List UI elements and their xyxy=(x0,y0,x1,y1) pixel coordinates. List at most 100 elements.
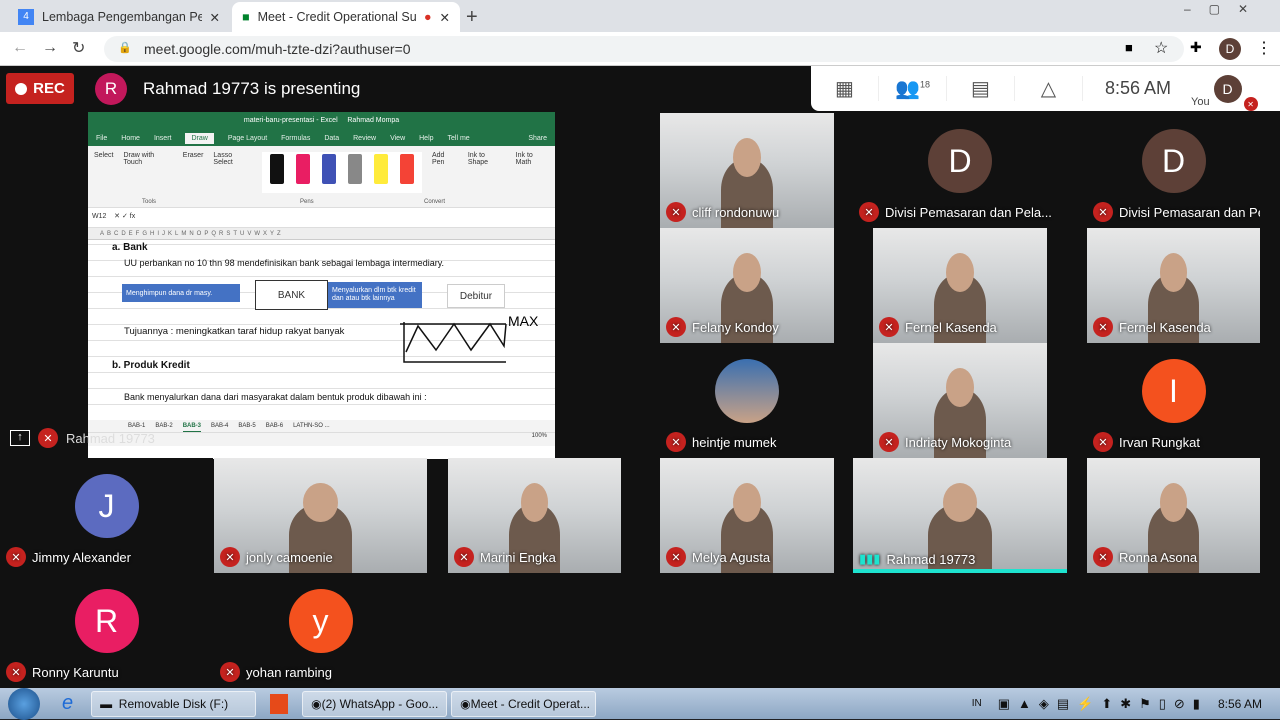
participant-tile[interactable]: R ✕ Ronny Karuntu xyxy=(0,573,213,688)
ribbon-group-label: Pens xyxy=(300,199,314,205)
ink-text: MAX xyxy=(508,313,539,329)
browser-tab[interactable]: 4Lembaga Pengembangan Perbar✕ xyxy=(8,2,230,32)
sheet-tabs: BAB-1 BAB-2 BAB-3 BAB-4 BAB-5 BAB-6 LATHN-SO .… xyxy=(88,420,555,432)
column-headers: ABCDEFGHIJKLMNOPQRSTUVWXYZ xyxy=(88,228,555,240)
participant-tile[interactable]: ✕ Ronna Asona xyxy=(1087,458,1260,573)
sheet-tab: BAB-2 xyxy=(155,423,173,429)
participant-name-label: ✕ heintje mumek xyxy=(666,432,777,452)
participant-name-label: ✕ Felany Kondoy xyxy=(666,317,779,337)
mic-off-icon: ✕ xyxy=(454,547,474,567)
profile-avatar[interactable]: D xyxy=(1219,38,1241,60)
forward-icon[interactable]: → xyxy=(42,39,58,57)
mic-off-icon: ✕ xyxy=(666,317,686,337)
close-icon[interactable]: ✕ xyxy=(210,10,220,25)
participant-name-label: ✕ Fernel Kasenda xyxy=(879,317,997,337)
url-input[interactable]: 🔒 meet.google.com/muh-tzte-dzi?authuser=0 xyxy=(104,36,1184,62)
recording-icon: ● xyxy=(423,10,432,24)
taskbar-clock: 8:56 AM xyxy=(1217,696,1262,711)
sheet-tab: BAB-5 xyxy=(238,423,256,429)
office-icon[interactable] xyxy=(270,693,289,714)
back-icon[interactable]: ← xyxy=(12,39,28,57)
draw-ribbon: Select Draw with Touch Eraser Lasso Select … xyxy=(88,146,555,208)
pen-icon xyxy=(321,154,336,184)
ribbon-group-label: Tools xyxy=(142,199,157,205)
mic-off-icon: ✕ xyxy=(666,202,686,222)
pen-icon xyxy=(295,154,310,184)
grid-layout-icon[interactable]: ▦ xyxy=(811,76,879,101)
recording-badge: REC xyxy=(6,73,74,104)
formula-bar: W12 ✕ ✓ fx xyxy=(88,208,555,228)
sheet-tab-active: BAB-3 xyxy=(182,420,202,432)
participant-tile[interactable]: ✕ jonly camoenie xyxy=(214,458,427,573)
participant-tile[interactable]: ✕ Fernel Kasenda xyxy=(873,228,1047,343)
browser-tab-active[interactable]: ■ Meet - Credit Operational Su ● ✕ xyxy=(232,2,460,32)
language-indicator[interactable]: IN xyxy=(972,698,982,709)
ribbon-tab: Page Layout xyxy=(227,134,268,142)
presentation-tile-label: ↑ ✕ Rahmad 19773 xyxy=(10,428,155,448)
participant-tile[interactable]: ✕ Indriaty Mokoginta xyxy=(873,343,1047,458)
taskbar-item[interactable]: ◉ Meet - Credit Operat... xyxy=(451,690,597,717)
mic-off-icon: ✕ xyxy=(1243,97,1258,111)
participant-name-label: ✕ Ronny Karuntu xyxy=(6,662,119,682)
people-button[interactable]: 👥18 xyxy=(879,76,947,101)
status-bar: 100% xyxy=(88,432,555,446)
ribbon-tab: Review xyxy=(353,134,377,142)
participant-tile[interactable]: I ✕ Irvan Rungkat xyxy=(1087,343,1260,458)
speaking-indicator xyxy=(853,569,1067,573)
participant-name-label: ✕ cliff rondonuwu xyxy=(666,202,779,222)
ribbon-tabs: File Home Insert Draw Page Layout Formulas Dat… xyxy=(88,130,555,146)
close-icon[interactable]: ✕ xyxy=(440,10,450,25)
participant-tile[interactable]: ✕ Felany Kondoy xyxy=(660,228,834,343)
share-label: Share xyxy=(528,134,547,142)
ribbon-tab: Insert xyxy=(153,134,172,142)
mic-off-icon: ✕ xyxy=(220,662,240,682)
taskbar-item[interactable]: ▬ Removable Disk (F:) xyxy=(91,690,257,717)
window-controls[interactable]: –▢✕ xyxy=(1184,2,1266,16)
reload-icon[interactable]: ↻ xyxy=(72,38,85,58)
participant-tile[interactable]: D ✕Divisi Pemasaran dan Pela... xyxy=(853,113,1067,228)
meet-controls: ▦ 👥18 ▤ △ 8:56 AM You D ✕ xyxy=(811,66,1280,111)
video-feed-face xyxy=(733,483,761,523)
video-feed-face xyxy=(733,253,761,293)
activities-icon[interactable]: △ xyxy=(1015,76,1083,101)
extensions-icon[interactable]: ✚ xyxy=(1190,39,1202,56)
star-icon[interactable]: ☆ xyxy=(1154,38,1168,58)
bank-box: BANK xyxy=(255,280,328,310)
self-avatar: D xyxy=(1213,74,1242,103)
participant-tile[interactable]: y ✕ yohan rambing xyxy=(214,573,427,688)
ribbon-tab: Help xyxy=(419,134,434,142)
menu-icon[interactable]: ⋮ xyxy=(1256,38,1272,58)
chat-icon[interactable]: ▤ xyxy=(947,76,1015,101)
taskbar-item[interactable]: ◉ (2) WhatsApp - Goo... xyxy=(302,690,448,717)
participant-tile[interactable]: ✕ Marini Engka xyxy=(448,458,621,573)
internet-explorer-icon[interactable]: e xyxy=(62,692,73,715)
system-tray-icons[interactable]: ▣▲◈▤⚡⬆✱⚑▯⊘▮ xyxy=(998,696,1208,712)
participant-tile[interactable]: ✕ cliff rondonuwu xyxy=(660,113,834,228)
mic-off-icon: ✕ xyxy=(6,547,26,567)
participant-tile[interactable]: ✕ heintje mumek xyxy=(660,343,834,458)
ribbon-tab: View xyxy=(390,134,406,142)
participant-tile[interactable]: ✕ Fernel Kasenda xyxy=(1087,228,1260,343)
participant-tile[interactable]: D ✕Divisi Pemasaran dan Pela... xyxy=(1087,113,1260,228)
sheet-tab: BAB-4 xyxy=(211,423,229,429)
highlighter-icon xyxy=(399,154,414,184)
ribbon-tab: Home xyxy=(121,134,140,142)
meeting-clock: 8:56 AM xyxy=(1105,78,1172,98)
new-tab-button[interactable]: + xyxy=(466,6,478,29)
camera-icon[interactable]: ■ xyxy=(1125,40,1133,55)
participant-avatar: y xyxy=(288,589,353,654)
pens-gallery xyxy=(261,152,422,193)
start-button[interactable] xyxy=(8,687,40,720)
windows-taskbar: e ▬ Removable Disk (F:) ◉ (2) WhatsApp -… xyxy=(0,687,1280,720)
participant-name-label: ✕ Fernel Kasenda xyxy=(1093,317,1211,337)
video-feed-face xyxy=(946,368,974,408)
ribbon-tab: Data xyxy=(324,134,340,142)
participant-avatar: I xyxy=(1141,359,1206,424)
shared-screen-excel: materi-baru-presentasi - Excel Rahmad Mo… xyxy=(88,112,555,459)
address-bar-row: ← → ↻ 🔒 meet.google.com/muh-tzte-dzi?auth… xyxy=(0,32,1280,66)
participant-tile[interactable]: J ✕ Jimmy Alexander xyxy=(0,458,213,573)
participant-tile[interactable]: ▮▮▮ Rahmad 19773 xyxy=(853,458,1067,573)
participant-tile[interactable]: ✕ Melya Agusta xyxy=(660,458,834,573)
sheet-tab: BAB-6 xyxy=(265,423,284,429)
google-calendar-icon: 4 xyxy=(18,9,34,25)
